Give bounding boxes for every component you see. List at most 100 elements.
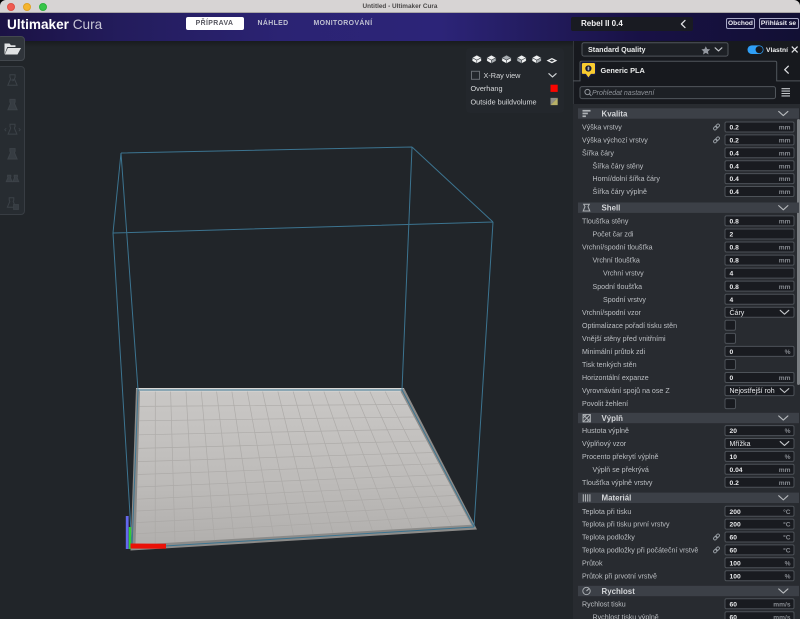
svg-text:°C: °C [783,521,791,529]
svg-text:0.8: 0.8 [730,258,740,265]
svg-text:0.4: 0.4 [730,150,740,157]
svg-text:Šířka čáry stěny: Šířka čáry stěny [593,161,644,170]
svg-text:mm: mm [779,284,791,291]
svg-text:mm: mm [779,480,791,487]
svg-text:X-Ray view: X-Ray view [484,71,522,80]
svg-text:Procento překrytí výplně: Procento překrytí výplně [582,453,659,461]
svg-text:Výška vrstvy: Výška vrstvy [582,124,622,132]
svg-text:mm: mm [779,176,791,183]
svg-text:mm: mm [779,163,791,170]
svg-text:mm/s: mm/s [773,601,791,608]
svg-text:4: 4 [730,271,734,278]
svg-text:°C: °C [783,508,791,516]
svg-text:20: 20 [730,428,738,435]
svg-text:mm: mm [779,258,791,265]
svg-text:Povolit žehlení: Povolit žehlení [582,400,628,408]
svg-text:Šířka čáry výplně: Šířka čáry výplně [593,187,647,196]
svg-text:Overhang: Overhang [471,84,503,93]
svg-text:2: 2 [730,232,734,239]
svg-text:Vnější stěny před vnitřními: Vnější stěny před vnitřními [582,335,666,343]
svg-text:Průtok při prvotní vrstvě: Průtok při prvotní vrstvě [582,572,657,580]
svg-text:Horní/dolní šířka čáry: Horní/dolní šířka čáry [593,175,661,183]
svg-text:%: % [785,454,791,461]
svg-text:200: 200 [730,522,741,529]
svg-text:Vrchní/spodní vzor: Vrchní/spodní vzor [582,309,642,317]
svg-text:Nejostřejší roh: Nejostřejší roh [730,388,775,395]
svg-text:0.04: 0.04 [730,467,743,474]
svg-text:Rychlost tisku: Rychlost tisku [582,600,626,608]
svg-text:%: % [785,573,791,580]
svg-text:60: 60 [730,601,738,608]
svg-text:Výplň se překrývá: Výplň se překrývá [593,466,649,474]
svg-text:Generic PLA: Generic PLA [601,66,646,75]
svg-text:10: 10 [730,454,738,461]
svg-text:0: 0 [730,349,734,356]
svg-text:Outside buildvolume: Outside buildvolume [471,97,537,106]
svg-text:Mřížka: Mřížka [730,441,751,448]
svg-text:Spodní tloušťka: Spodní tloušťka [593,283,643,291]
svg-text:Shell: Shell [602,204,621,213]
svg-text:°C: °C [783,534,791,542]
svg-text:Šířka čáry: Šířka čáry [582,148,614,157]
svg-text:Optimalizace pořadí tisku stěn: Optimalizace pořadí tisku stěn [582,322,677,330]
svg-text:0: 0 [730,375,734,382]
svg-text:0.4: 0.4 [730,176,740,183]
svg-text:Tisk tenkých stěn: Tisk tenkých stěn [582,361,637,369]
svg-text:%: % [785,349,791,356]
svg-text:Horizontální expanze: Horizontální expanze [582,374,649,382]
svg-text:mm: mm [779,189,791,196]
svg-text:Výška výchozí vrstvy: Výška výchozí vrstvy [582,137,648,145]
svg-text:Počet čar zdi: Počet čar zdi [593,231,634,239]
svg-text:mm: mm [779,219,791,226]
svg-text:Rychlost: Rychlost [602,587,636,596]
svg-text:°C: °C [783,547,791,555]
svg-text:100: 100 [730,560,741,567]
svg-text:0.2: 0.2 [730,138,740,145]
svg-text:0.4: 0.4 [730,189,740,196]
svg-text:Hustota výplně: Hustota výplně [582,427,629,435]
svg-text:4: 4 [730,297,734,304]
svg-text:Tloušťka výplně vrstvy: Tloušťka výplně vrstvy [582,479,653,487]
svg-text:Prohledat nastavení: Prohledat nastavení [592,90,655,97]
svg-text:mm: mm [779,138,791,145]
svg-text:Výplň: Výplň [602,414,624,423]
svg-text:60: 60 [730,548,738,555]
svg-text:Vrchní tloušťka: Vrchní tloušťka [593,257,640,265]
svg-text:0.2: 0.2 [730,125,740,132]
svg-text:Teplota podložky: Teplota podložky [582,534,635,542]
svg-text:0.8: 0.8 [730,284,740,291]
svg-text:mm: mm [779,125,791,132]
svg-text:200: 200 [730,509,741,516]
svg-text:Minimální průtok zdi: Minimální průtok zdi [582,348,646,356]
svg-text:mm/s: mm/s [773,614,791,619]
svg-text:Rychlost tisku výplně: Rychlost tisku výplně [593,613,659,619]
svg-text:Spodní vrstvy: Spodní vrstvy [603,296,646,304]
svg-text:Vyrovnávání spojů na ose Z: Vyrovnávání spojů na ose Z [582,387,670,395]
svg-text:60: 60 [730,614,738,619]
svg-text:%: % [785,428,791,435]
svg-text:Standard Quality: Standard Quality [588,45,646,54]
svg-text:0.4: 0.4 [730,163,740,170]
svg-text:Vlastní: Vlastní [766,47,789,54]
svg-text:Výplňový vzor: Výplňový vzor [582,440,627,448]
svg-text:60: 60 [730,535,738,542]
svg-text:mm: mm [779,467,791,474]
svg-text:Vrchní vrstvy: Vrchní vrstvy [603,270,644,278]
svg-text:Materiál: Materiál [602,494,632,503]
svg-text:Čáry: Čáry [730,308,745,317]
svg-text:Teplota při tisku: Teplota při tisku [582,508,631,516]
svg-text:mm: mm [779,150,791,157]
svg-text:100: 100 [730,573,741,580]
svg-text:%: % [785,560,791,567]
svg-text:mm: mm [779,375,791,382]
svg-text:0.8: 0.8 [730,245,740,252]
svg-text:Tloušťka stěny: Tloušťka stěny [582,218,629,226]
svg-text:Kvalita: Kvalita [602,109,628,118]
svg-text:mm: mm [779,245,791,252]
svg-text:Vrchní/spodní tloušťka: Vrchní/spodní tloušťka [582,244,653,252]
svg-text:Teplota podložky při počáteční: Teplota podložky při počáteční vrstvě [582,547,698,555]
svg-text:Průtok: Průtok [582,559,603,567]
svg-text:0.2: 0.2 [730,480,740,487]
svg-text:Teplota při tisku první vrstvy: Teplota při tisku první vrstvy [582,521,670,529]
svg-text:0.8: 0.8 [730,219,740,226]
